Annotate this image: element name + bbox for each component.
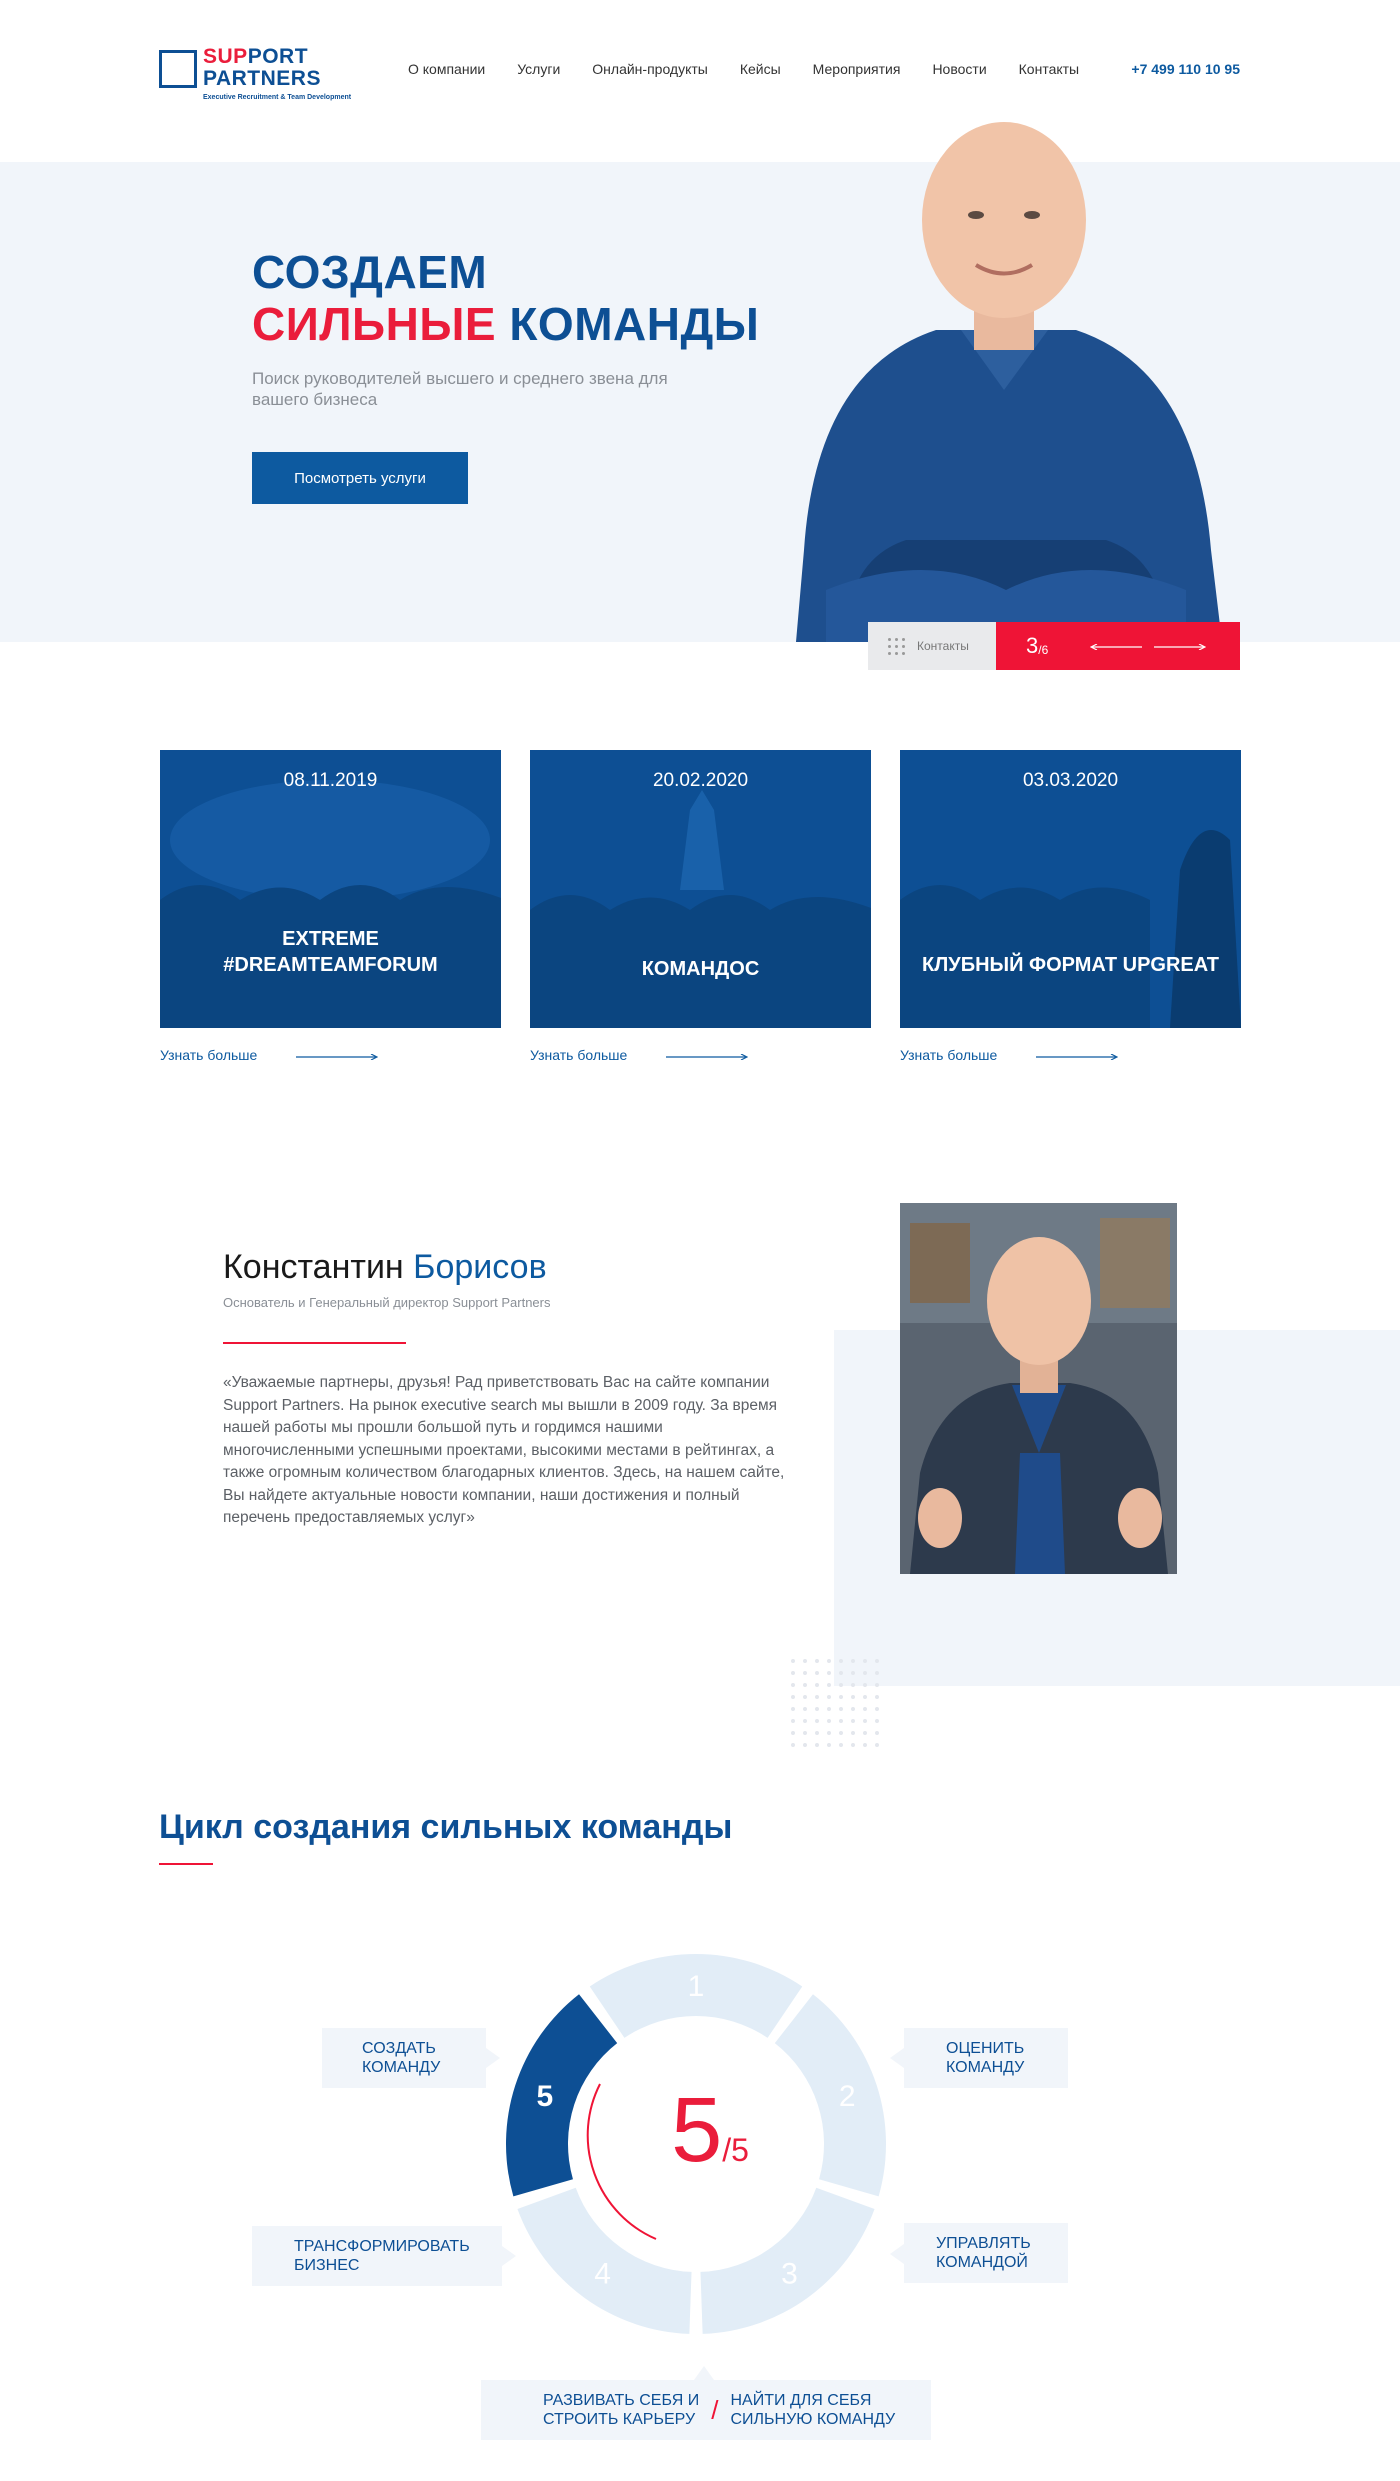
slash-divider: / bbox=[711, 2394, 719, 2425]
nav-item-events[interactable]: Мероприятия bbox=[813, 61, 901, 77]
founder-photo bbox=[900, 1203, 1177, 1574]
founder-name: Константин Борисов bbox=[223, 1248, 547, 1286]
callout-pointer bbox=[694, 2366, 714, 2380]
nav-item-contacts[interactable]: Контакты bbox=[1019, 61, 1079, 77]
learn-more-link[interactable]: Узнать больше bbox=[530, 1047, 748, 1063]
event-title: КОМАНДОС bbox=[530, 956, 871, 982]
event-date: 08.11.2019 bbox=[283, 770, 378, 791]
cycle-total: /5 bbox=[722, 2132, 749, 2168]
callout-pointer bbox=[890, 2048, 904, 2068]
event-date: 20.02.2020 bbox=[652, 770, 749, 791]
slider-contacts-label: Контакты bbox=[917, 639, 969, 653]
cycle-step-label: ОЦЕНИТЬ КОМАНДУ bbox=[946, 2040, 1025, 2076]
event-title: EXTREME #DREAMTEAMFORUM bbox=[160, 926, 501, 978]
callout-pointer bbox=[502, 2246, 516, 2266]
hero-subtitle: Поиск руководителей высшего и среднего з… bbox=[252, 369, 668, 409]
logo-line-2: PARTNERS bbox=[203, 67, 321, 90]
cycle-segment[interactable] bbox=[506, 1994, 618, 2197]
cycle-segment-number: 3 bbox=[781, 2258, 798, 2291]
event-date: 03.03.2020 bbox=[1022, 770, 1119, 791]
cycle-segment-number: 2 bbox=[839, 2080, 856, 2113]
event-title: КЛУБНЫЙ ФОРМАТ UPGREAT bbox=[900, 952, 1241, 978]
slide-total: /6 bbox=[1038, 643, 1049, 657]
slider-contacts-button[interactable]: Контакты bbox=[868, 622, 996, 670]
learn-more-label: Узнать больше bbox=[530, 1047, 628, 1063]
logo-tagline: Executive Recruitment & Team Development bbox=[203, 94, 352, 101]
cycle-step-label: ТРАНСФОРМИРОВАТЬ БИЗНЕС bbox=[294, 2238, 470, 2274]
cycle-segment[interactable] bbox=[774, 1994, 886, 2197]
arrow-right-icon bbox=[1036, 1054, 1118, 1060]
logo-line-1: SUPPORT bbox=[203, 45, 309, 68]
hero-person-photo bbox=[796, 122, 1222, 642]
slide-current: 3 bbox=[1026, 633, 1039, 658]
cycle-step-develop[interactable]: РАЗВИВАТЬ СЕБЯ И СТРОИТЬ КАРЬЕРУ / НАЙТИ … bbox=[481, 2380, 931, 2440]
cycle-section-title: Цикл создания сильных команды bbox=[159, 1808, 733, 1846]
callout-pointer bbox=[890, 2244, 904, 2264]
cycle-step-create-team[interactable]: СОЗДАТЬ КОМАНДУ bbox=[322, 2028, 486, 2088]
cycle-current: 5 bbox=[671, 2079, 723, 2181]
learn-more-label: Узнать больше bbox=[900, 1047, 998, 1063]
learn-more-link[interactable]: Узнать больше bbox=[900, 1047, 1118, 1063]
learn-more-link[interactable]: Узнать больше bbox=[160, 1047, 378, 1063]
nav-item-services[interactable]: Услуги bbox=[517, 61, 560, 77]
cycle-step-label-develop: РАЗВИВАТЬ СЕБЯ И СТРОИТЬ КАРЬЕРУ bbox=[543, 2392, 700, 2428]
cycle-counter: 5/5 bbox=[640, 2084, 780, 2176]
logo-square-icon bbox=[159, 50, 197, 88]
cycle-segment-number: 1 bbox=[688, 1970, 705, 2003]
nav-item-cases[interactable]: Кейсы bbox=[740, 61, 781, 77]
slider-controls: 3 /6 bbox=[996, 622, 1240, 670]
hero-title: СОЗДАЕМ СИЛЬНЫЕ КОМАНДЫ bbox=[252, 246, 759, 350]
main-nav: О компании Услуги Онлайн-продукты Кейсы … bbox=[408, 61, 1079, 77]
callout-pointer bbox=[486, 2048, 500, 2068]
cycle-step-label: УПРАВЛЯТЬ КОМАНДОЙ bbox=[936, 2235, 1031, 2271]
hero-title-line-2: СИЛЬНЫЕ КОМАНДЫ bbox=[252, 298, 760, 350]
arrow-left-icon[interactable] bbox=[1090, 644, 1142, 650]
cycle-step-label-find-team: НАЙТИ ДЛЯ СЕБЯ СИЛЬНУЮ КОМАНДУ bbox=[730, 2392, 896, 2428]
learn-more-label: Узнать больше bbox=[160, 1047, 258, 1063]
nav-item-company[interactable]: О компании bbox=[408, 61, 485, 77]
arrow-right-icon bbox=[666, 1054, 748, 1060]
grid-dots-icon bbox=[888, 637, 905, 655]
founder-quote: «Уважаемые партнеры, друзья! Рад приветс… bbox=[223, 1374, 785, 1526]
view-services-button[interactable]: Посмотреть услуги bbox=[252, 452, 468, 504]
dot-pattern-decoration bbox=[790, 1658, 882, 1750]
cycle-step-transform-business[interactable]: ТРАНСФОРМИРОВАТЬ БИЗНЕС bbox=[252, 2226, 502, 2286]
nav-item-online-products[interactable]: Онлайн-продукты bbox=[592, 61, 708, 77]
phone-link[interactable]: +7 499 110 10 95 bbox=[1131, 61, 1240, 77]
event-title-line: #DREAMTEAMFORUM bbox=[223, 954, 438, 976]
arrow-right-icon[interactable] bbox=[1154, 644, 1206, 650]
event-title-line: EXTREME bbox=[282, 928, 379, 950]
event-card[interactable]: 03.03.2020 КЛУБНЫЙ ФОРМАТ UPGREAT bbox=[900, 750, 1241, 1028]
cycle-segment-number: 5 bbox=[536, 2080, 553, 2113]
event-card[interactable]: 08.11.2019 EXTREME #DREAMTEAMFORUM bbox=[160, 750, 501, 1028]
cycle-step-assess-team[interactable]: ОЦЕНИТЬ КОМАНДУ bbox=[904, 2028, 1068, 2088]
hero-title-line-1: СОЗДАЕМ bbox=[252, 246, 488, 298]
event-title-line: КОМАНДОС bbox=[641, 958, 760, 980]
event-card[interactable]: 20.02.2020 КОМАНДОС bbox=[530, 750, 871, 1028]
event-title-line: КЛУБНЫЙ ФОРМАТ UPGREAT bbox=[922, 954, 1219, 976]
cycle-title-underline bbox=[159, 1863, 213, 1865]
arrow-right-icon bbox=[296, 1054, 378, 1060]
cycle-step-label: СОЗДАТЬ КОМАНДУ bbox=[362, 2040, 441, 2076]
logo[interactable]: SUPPORT PARTNERS Executive Recruitment &… bbox=[159, 45, 351, 106]
founder-role: Основатель и Генеральный директор Suppor… bbox=[223, 1295, 551, 1310]
cycle-step-manage-team[interactable]: УПРАВЛЯТЬ КОМАНДОЙ bbox=[904, 2223, 1068, 2283]
founder-divider bbox=[223, 1342, 406, 1344]
cycle-segment-number: 4 bbox=[594, 2258, 611, 2291]
nav-item-news[interactable]: Новости bbox=[932, 61, 986, 77]
